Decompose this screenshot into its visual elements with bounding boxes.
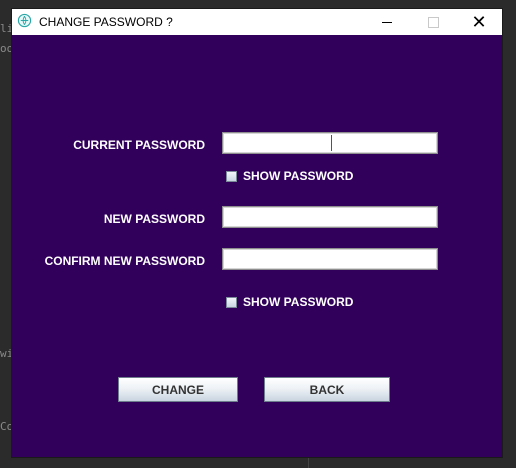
back-button[interactable]: BACK — [264, 377, 390, 402]
editor-divider — [308, 456, 309, 468]
change-button[interactable]: CHANGE — [118, 377, 238, 402]
maximize-icon — [427, 16, 439, 28]
show-password-label-1: SHOW PASSWORD — [243, 169, 354, 183]
change-password-window: CHANGE PASSWORD ? ✕ CURRENT PASSWORD SHO… — [12, 9, 502, 457]
current-password-field[interactable] — [222, 132, 438, 154]
maximize-button[interactable] — [410, 9, 456, 35]
show-password-checkbox-1[interactable] — [226, 170, 237, 182]
show-password-toggle-2[interactable]: SHOW PASSWORD — [226, 295, 353, 309]
minimize-button[interactable] — [364, 9, 410, 35]
title-bar[interactable]: CHANGE PASSWORD ? ✕ — [12, 9, 502, 35]
new-password-label: NEW PASSWORD — [103, 212, 205, 226]
close-button[interactable]: ✕ — [456, 9, 502, 35]
new-password-field[interactable] — [222, 206, 438, 228]
confirm-password-field[interactable] — [222, 248, 438, 270]
show-password-toggle-1[interactable]: SHOW PASSWORD — [226, 169, 353, 183]
show-password-label-2: SHOW PASSWORD — [243, 295, 354, 309]
confirm-password-label: CONFIRM NEW PASSWORD — [44, 254, 205, 268]
app-globe-icon — [17, 13, 32, 28]
show-password-checkbox-2[interactable] — [226, 296, 237, 308]
text-caret — [331, 135, 332, 151]
current-password-label: CURRENT PASSWORD — [73, 138, 205, 152]
minimize-icon — [382, 21, 392, 23]
close-icon: ✕ — [471, 12, 487, 32]
window-title: CHANGE PASSWORD ? — [39, 15, 173, 29]
